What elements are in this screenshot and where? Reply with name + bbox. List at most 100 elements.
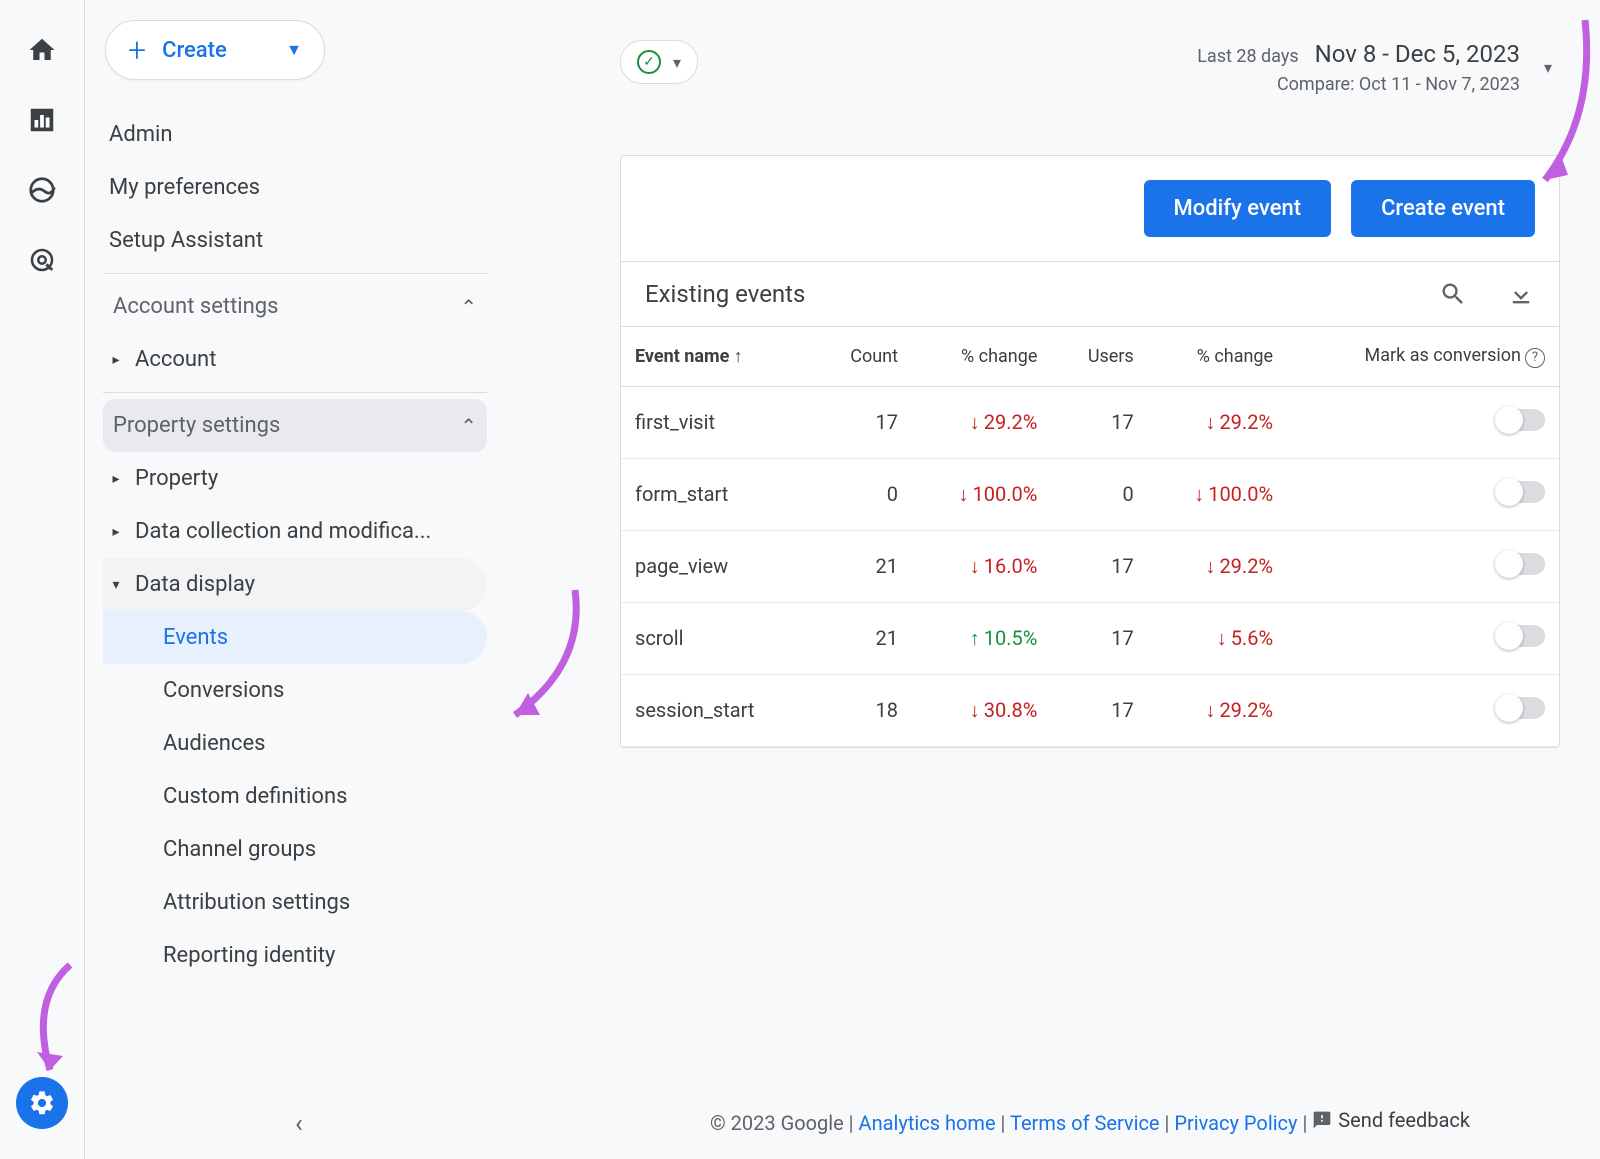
col-count[interactable]: Count: [813, 327, 912, 387]
footer-link-privacy[interactable]: Privacy Policy: [1174, 1111, 1297, 1135]
cell-pct1: ↓ 100.0%: [912, 458, 1051, 530]
cell-event-name[interactable]: scroll: [621, 602, 813, 674]
advertising-icon[interactable]: [27, 245, 57, 275]
footer-link-analytics[interactable]: Analytics home: [859, 1111, 996, 1135]
subitem-conversions[interactable]: Conversions: [103, 664, 487, 717]
data-collection-item[interactable]: ▸ Data collection and modifica...: [103, 505, 487, 558]
help-icon[interactable]: ?: [1525, 348, 1545, 368]
arrow-down-icon: ↓: [970, 554, 980, 579]
date-compare: Compare: Oct 11 - Nov 7, 2023: [1277, 74, 1520, 95]
conversion-toggle[interactable]: [1497, 553, 1545, 575]
cell-event-name[interactable]: first_visit: [621, 386, 813, 458]
arrow-down-icon: ↓: [1205, 554, 1215, 579]
item-label: Data display: [135, 572, 255, 597]
reports-icon[interactable]: [27, 105, 57, 135]
subitem-reporting-identity[interactable]: Reporting identity: [103, 929, 487, 982]
table-row: form_start0↓ 100.0%0↓ 100.0%: [621, 458, 1559, 530]
events-card: Modify event Create event Existing event…: [620, 155, 1560, 748]
arrow-down-icon: ↓: [958, 482, 968, 507]
plus-icon: +: [128, 34, 146, 66]
modify-event-button[interactable]: Modify event: [1144, 180, 1332, 237]
admin-sidepanel: + Create ▼ AdminMy preferencesSetup Assi…: [85, 0, 505, 1159]
status-chip[interactable]: ✓ ▾: [620, 40, 698, 84]
caret-down-icon: ▾: [673, 53, 681, 72]
chevron-up-icon: ⌃: [460, 414, 477, 438]
create-event-button[interactable]: Create event: [1351, 180, 1535, 237]
collapse-panel-button[interactable]: ‹: [295, 1109, 303, 1139]
account-settings-header[interactable]: Account settings ⌃: [103, 280, 487, 333]
divider: [103, 273, 487, 274]
explore-icon[interactable]: [27, 175, 57, 205]
cell-pct2: ↓ 5.6%: [1148, 602, 1287, 674]
table-row: first_visit17↓ 29.2%17↓ 29.2%: [621, 386, 1559, 458]
data-display-item[interactable]: ▾ Data display: [103, 558, 487, 611]
subitem-channel-groups[interactable]: Channel groups: [103, 823, 487, 876]
cell-count: 18: [813, 674, 912, 746]
annotation-arrow: [490, 585, 600, 745]
chevron-up-icon: ⌃: [460, 295, 477, 319]
section-label: Account settings: [113, 294, 278, 319]
subitem-custom-definitions[interactable]: Custom definitions: [103, 770, 487, 823]
cell-pct2: ↓ 29.2%: [1148, 530, 1287, 602]
table-row: page_view21↓ 16.0%17↓ 29.2%: [621, 530, 1559, 602]
property-settings-header[interactable]: Property settings ⌃: [103, 399, 487, 452]
divider: [103, 392, 487, 393]
create-button[interactable]: + Create ▼: [105, 20, 325, 80]
col-pct-change-2[interactable]: % change: [1148, 327, 1287, 387]
check-circle-icon: ✓: [637, 50, 661, 74]
nav-item-my-preferences[interactable]: My preferences: [103, 161, 487, 214]
caret-down-icon: ▾: [1536, 50, 1560, 85]
subitem-events[interactable]: Events: [103, 611, 487, 664]
conversion-toggle[interactable]: [1497, 481, 1545, 503]
col-mark-conversion: Mark as conversion?: [1287, 327, 1559, 387]
arrow-down-icon: ↓: [1217, 626, 1227, 651]
col-event-name[interactable]: Event name ↑: [621, 327, 813, 387]
nav-item-setup-assistant[interactable]: Setup Assistant: [103, 214, 487, 267]
caret-down-icon: ▾: [109, 577, 123, 593]
copyright: © 2023 Google: [710, 1111, 844, 1135]
cell-toggle: [1287, 602, 1559, 674]
section-label: Property settings: [113, 413, 280, 438]
col-pct-change-1[interactable]: % change: [912, 327, 1051, 387]
cell-event-name[interactable]: session_start: [621, 674, 813, 746]
cell-event-name[interactable]: form_start: [621, 458, 813, 530]
cell-pct1: ↓ 30.8%: [912, 674, 1051, 746]
cell-users: 17: [1051, 386, 1147, 458]
cell-users: 17: [1051, 602, 1147, 674]
table-row: session_start18↓ 30.8%17↓ 29.2%: [621, 674, 1559, 746]
cell-event-name[interactable]: page_view: [621, 530, 813, 602]
arrow-down-icon: ↓: [970, 410, 980, 435]
property-item[interactable]: ▸ Property: [103, 452, 487, 505]
events-table: Event name ↑ Count % change Users % chan…: [621, 326, 1559, 747]
caret-right-icon: ▸: [109, 471, 123, 487]
col-users[interactable]: Users: [1051, 327, 1147, 387]
cell-pct1: ↑ 10.5%: [912, 602, 1051, 674]
create-label: Create: [162, 38, 227, 63]
caret-down-icon: ▼: [286, 40, 302, 60]
subitem-audiences[interactable]: Audiences: [103, 717, 487, 770]
conversion-toggle[interactable]: [1497, 409, 1545, 431]
footer: © 2023 Google | Analytics home | Terms o…: [600, 1108, 1580, 1135]
download-icon[interactable]: [1507, 280, 1535, 308]
home-icon[interactable]: [27, 35, 57, 65]
subitem-attribution-settings[interactable]: Attribution settings: [103, 876, 487, 929]
search-icon[interactable]: [1439, 280, 1467, 308]
cell-toggle: [1287, 674, 1559, 746]
sort-up-icon: ↑: [734, 346, 743, 367]
item-label: Account: [135, 347, 216, 372]
arrow-up-icon: ↑: [970, 626, 980, 651]
conversion-toggle[interactable]: [1497, 625, 1545, 647]
nav-item-admin[interactable]: Admin: [103, 108, 487, 161]
cell-pct2: ↓ 29.2%: [1148, 386, 1287, 458]
footer-link-tos[interactable]: Terms of Service: [1010, 1111, 1160, 1135]
cell-toggle: [1287, 386, 1559, 458]
admin-gear-button[interactable]: [16, 1077, 68, 1129]
date-primary: Nov 8 - Dec 5, 2023: [1315, 40, 1520, 68]
cell-pct1: ↓ 29.2%: [912, 386, 1051, 458]
date-range-picker[interactable]: Last 28 days Nov 8 - Dec 5, 2023 Compare…: [1197, 40, 1560, 95]
account-item[interactable]: ▸ Account: [103, 333, 487, 386]
feedback-label: Send feedback: [1338, 1108, 1470, 1132]
send-feedback-button[interactable]: Send feedback: [1312, 1108, 1470, 1132]
date-preset: Last 28 days: [1197, 46, 1298, 67]
conversion-toggle[interactable]: [1497, 697, 1545, 719]
